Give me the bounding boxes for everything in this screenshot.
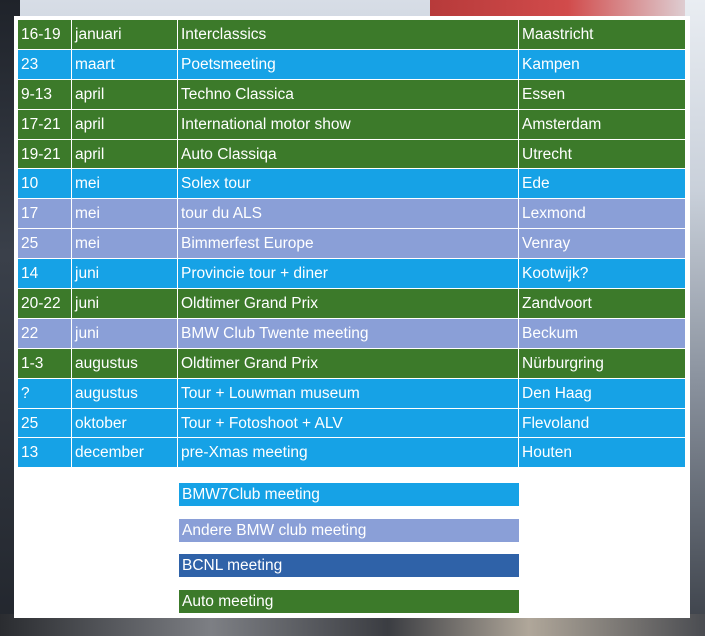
event-place: Zandvoort — [519, 289, 685, 319]
event-month: juni — [72, 259, 178, 290]
event-date: 1-3 — [18, 348, 72, 379]
event-month: mei — [72, 229, 178, 260]
event-name: Oldtimer Grand Prix — [178, 348, 519, 379]
event-row: 20-22 juni Oldtimer Grand Prix Zandvoort — [18, 289, 685, 319]
event-place: Flevoland — [519, 408, 685, 439]
event-month: juni — [72, 318, 178, 349]
event-place: Venray — [519, 229, 685, 260]
event-date: 14 — [18, 259, 72, 290]
event-name: International motor show — [178, 109, 519, 140]
event-date: 25 — [18, 408, 72, 439]
event-place: Amsterdam — [519, 109, 685, 140]
event-date: 19-21 — [18, 139, 72, 170]
event-date: 10 — [18, 169, 72, 200]
event-date: 25 — [18, 229, 72, 260]
event-row: 10 mei Solex tour Ede — [18, 169, 685, 200]
event-row: 23 maart Poetsmeeting Kampen — [18, 49, 685, 80]
event-place: Ede — [519, 169, 685, 200]
event-month: december — [72, 438, 178, 469]
event-row: 17-21 april International motor show Amster… — [18, 109, 685, 140]
event-date: 17 — [18, 199, 72, 230]
event-month: april — [72, 139, 178, 170]
event-month: augustus — [72, 348, 178, 379]
event-row: 22 juni BMW Club Twente meeting Beckum — [18, 318, 685, 349]
event-name: Bimmerfest Europe — [178, 229, 519, 260]
event-name: Tour + Fotoshoot + ALV — [178, 408, 519, 439]
event-row: 19-21 april Auto Classiqa Utrecht — [18, 139, 685, 170]
event-row: 14 juni Provincie tour + diner Kootwijk? — [18, 259, 685, 290]
event-name: Tour + Louwman museum — [178, 378, 519, 409]
legend-item-bcnl: BCNL meeting — [179, 554, 519, 578]
event-place: Kootwijk? — [519, 259, 685, 290]
event-date: 9-13 — [18, 79, 72, 110]
event-row: 16-19 januari Interclassics Maastricht — [18, 20, 685, 50]
event-date: 22 — [18, 318, 72, 349]
event-month: april — [72, 79, 178, 110]
event-place: Maastricht — [519, 20, 685, 50]
event-month: mei — [72, 169, 178, 200]
event-month: augustus — [72, 378, 178, 409]
event-row: 1-3 augustus Oldtimer Grand Prix Nürburgrin… — [18, 348, 685, 379]
event-name: tour du ALS — [178, 199, 519, 230]
event-date: 13 — [18, 438, 72, 469]
event-row: 9-13 april Techno Classica Essen — [18, 79, 685, 110]
event-place: Utrecht — [519, 139, 685, 170]
legend: BMW7Club meeting Andere BMW club meeting B… — [179, 483, 519, 625]
event-date: 17-21 — [18, 109, 72, 140]
event-row: 25 mei Bimmerfest Europe Venray — [18, 229, 685, 260]
legend-item-auto: Auto meeting — [179, 589, 519, 613]
event-row: 13 december pre-Xmas meeting Houten — [18, 438, 685, 469]
event-place: Lexmond — [519, 199, 685, 230]
event-row: 25 oktober Tour + Fotoshoot + ALV Flevoland — [18, 408, 685, 439]
event-date: 20-22 — [18, 289, 72, 319]
event-row: 17 mei tour du ALS Lexmond — [18, 199, 685, 230]
event-date: ? — [18, 378, 72, 409]
event-name: Solex tour — [178, 169, 519, 200]
event-date: 16-19 — [18, 20, 72, 50]
event-place: Essen — [519, 79, 685, 110]
calendar-panel: 16-19 januari Interclassics Maastricht 23 maa… — [14, 16, 690, 618]
legend-item-bmw7club: BMW7Club meeting — [179, 483, 519, 506]
event-row: ? augustus Tour + Louwman museum Den Haag — [18, 378, 685, 409]
event-name: Provincie tour + diner — [178, 259, 519, 290]
event-month: oktober — [72, 408, 178, 439]
event-month: april — [72, 109, 178, 140]
event-place: Houten — [519, 438, 685, 469]
event-name: Poetsmeeting — [178, 49, 519, 80]
event-month: juni — [72, 289, 178, 319]
event-date: 23 — [18, 49, 72, 80]
event-name: Interclassics — [178, 20, 519, 50]
event-place: Beckum — [519, 318, 685, 349]
event-name: BMW Club Twente meeting — [178, 318, 519, 349]
event-place: Den Haag — [519, 378, 685, 409]
legend-item-other-bmw-club: Andere BMW club meeting — [179, 518, 519, 542]
event-name: Techno Classica — [178, 79, 519, 110]
event-name: Auto Classiqa — [178, 139, 519, 170]
event-month: januari — [72, 20, 178, 50]
event-place: Nürburgring — [519, 348, 685, 379]
events-table: 16-19 januari Interclassics Maastricht 23 maa… — [18, 20, 685, 469]
event-month: mei — [72, 199, 178, 230]
event-name: pre-Xmas meeting — [178, 438, 519, 469]
event-name: Oldtimer Grand Prix — [178, 289, 519, 319]
event-place: Kampen — [519, 49, 685, 80]
event-month: maart — [72, 49, 178, 80]
